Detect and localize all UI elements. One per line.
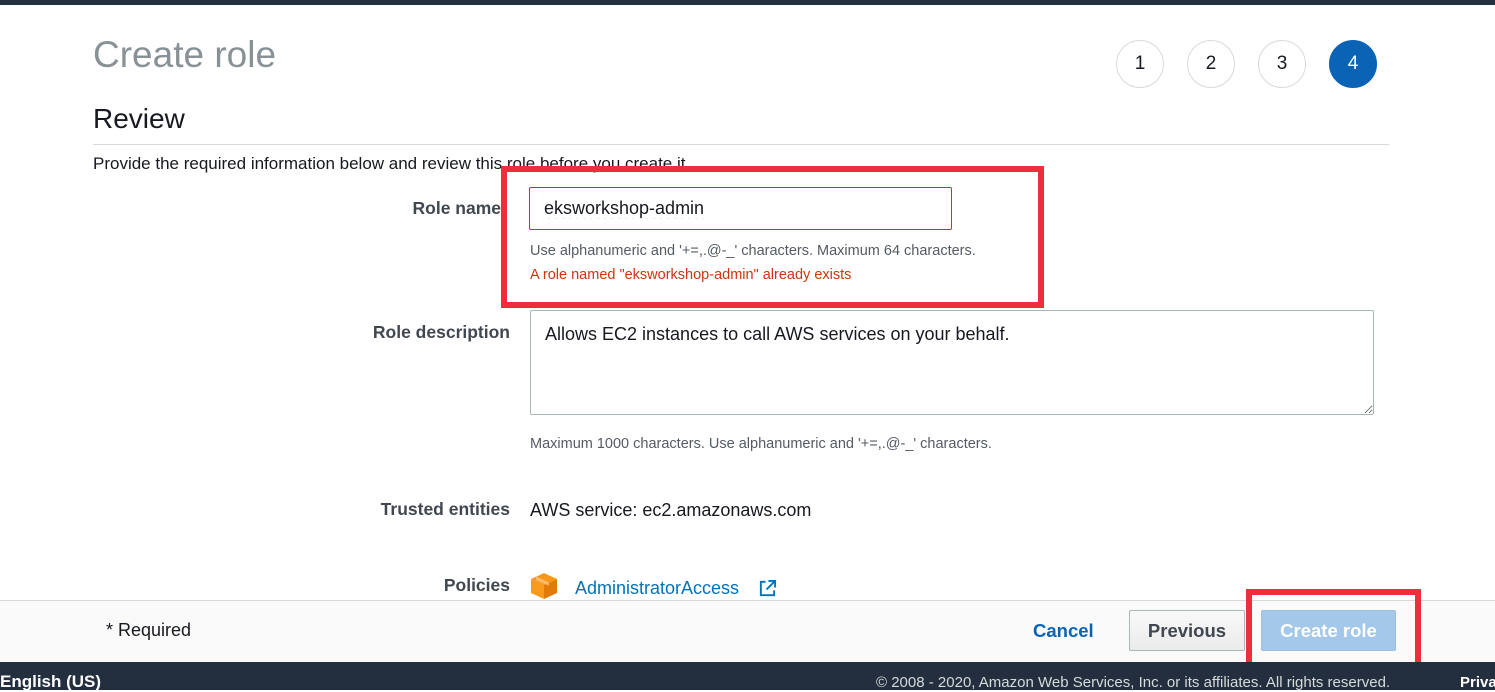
trusted-entities-value: AWS service: ec2.amazonaws.com	[530, 500, 812, 520]
create-role-button[interactable]: Create role	[1261, 610, 1396, 651]
role-name-input[interactable]	[529, 187, 952, 230]
step-1-indicator[interactable]: 1	[1116, 40, 1164, 88]
role-description-textarea[interactable]: Allows EC2 instances to call AWS service…	[530, 310, 1374, 415]
privacy-policy-link[interactable]: Privacy Policy	[1460, 674, 1495, 691]
step-4-indicator-active: 4	[1329, 40, 1377, 88]
role-name-error: A role named "eksworkshop-admin" already…	[530, 267, 852, 283]
role-name-label: Role name	[412, 198, 502, 218]
aws-policy-cube-icon	[531, 573, 557, 599]
page-title: Create role	[93, 34, 277, 75]
role-description-label: Role description	[372, 322, 510, 342]
policy-link-administratoraccess[interactable]: AdministratorAccess	[575, 578, 739, 599]
section-divider	[93, 144, 1389, 145]
step-3-indicator[interactable]: 3	[1258, 40, 1306, 88]
cancel-button[interactable]: Cancel	[1033, 620, 1094, 642]
trusted-entities-label: Trusted entities	[380, 499, 510, 519]
section-title: Review	[93, 103, 185, 134]
external-link-icon[interactable]	[758, 579, 777, 598]
intro-text: Provide the required information below a…	[93, 154, 691, 173]
required-note: * Required	[106, 620, 192, 640]
top-navigation-bar	[0, 0, 1495, 5]
policies-label: Policies	[443, 575, 510, 595]
copyright-text: © 2008 - 2020, Amazon Web Services, Inc.…	[876, 674, 1391, 691]
step-2-indicator[interactable]: 2	[1187, 40, 1235, 88]
role-description-help: Maximum 1000 characters. Use alphanumeri…	[530, 436, 992, 452]
previous-button[interactable]: Previous	[1129, 610, 1245, 651]
role-name-help: Use alphanumeric and '+=,.@-_' character…	[530, 243, 976, 259]
language-selector[interactable]: English (US)	[0, 672, 101, 692]
